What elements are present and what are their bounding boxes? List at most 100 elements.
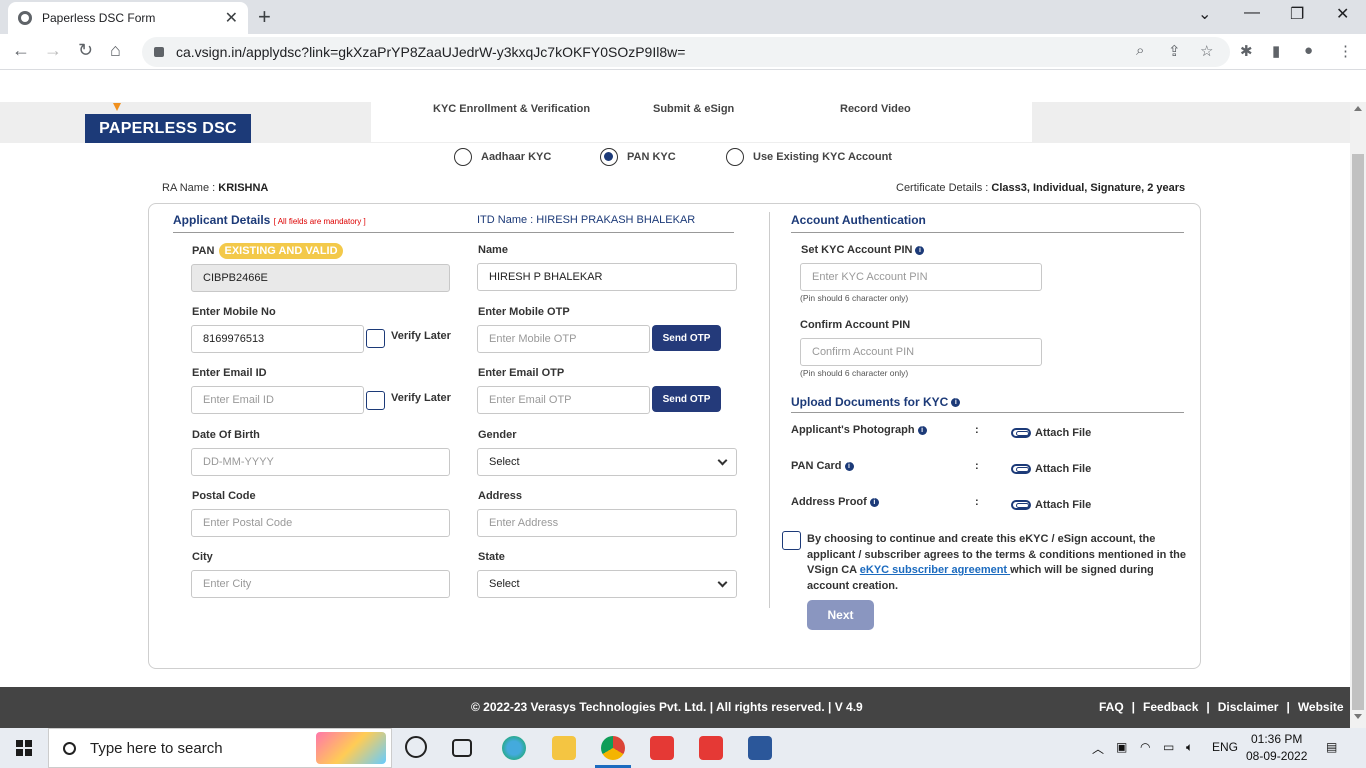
steps-bar: KYC Enrollment & Verification Submit & e… bbox=[371, 102, 1032, 142]
file-explorer-icon[interactable] bbox=[552, 736, 576, 760]
page-scrollbar[interactable] bbox=[1350, 102, 1366, 728]
info-icon: i bbox=[951, 398, 961, 408]
mobile-input[interactable]: 8169976513 bbox=[191, 325, 364, 353]
verify-later-email-checkbox[interactable] bbox=[366, 391, 385, 410]
tray-app-icon[interactable]: ▣ bbox=[1116, 740, 1127, 754]
set-pin-label: Set KYC Account PIN i bbox=[801, 244, 925, 256]
email-otp-input[interactable]: Enter Email OTP bbox=[477, 386, 650, 414]
extensions-icon[interactable]: ✱ bbox=[1240, 42, 1253, 60]
gender-select[interactable]: Select bbox=[477, 448, 737, 476]
dob-input[interactable]: DD-MM-YYYY bbox=[191, 448, 450, 476]
radio-label: Aadhaar KYC bbox=[481, 151, 552, 163]
attach-pan-button[interactable]: Attach File bbox=[1011, 463, 1091, 475]
doc-pan-label: PAN Card i bbox=[791, 460, 854, 472]
clock[interactable]: 01:36 PM 08-09-2022 bbox=[1246, 731, 1307, 765]
website-link[interactable]: Website bbox=[1298, 700, 1344, 714]
pan-status-badge: EXISTING AND VALID bbox=[219, 243, 343, 259]
new-tab-icon[interactable]: + bbox=[258, 4, 271, 30]
verify-later-mobile-checkbox[interactable] bbox=[366, 329, 385, 348]
restore-icon[interactable]: ❐ bbox=[1290, 4, 1304, 24]
bookmark-star-icon[interactable]: ☆ bbox=[1200, 42, 1213, 60]
doc-photo-label: Applicant's Photograph i bbox=[791, 424, 927, 436]
anydesk-icon[interactable] bbox=[699, 736, 723, 760]
terms-text: By choosing to continue and create this … bbox=[807, 533, 1186, 592]
radio-existing-kyc[interactable]: Use Existing KYC Account bbox=[726, 148, 892, 166]
cortana-icon[interactable] bbox=[405, 736, 427, 758]
notification-icon[interactable]: ▤ bbox=[1326, 740, 1337, 754]
attach-photo-button[interactable]: Attach File bbox=[1011, 427, 1091, 439]
set-pin-input[interactable]: Enter KYC Account PIN bbox=[800, 263, 1042, 291]
mobile-otp-input[interactable]: Enter Mobile OTP bbox=[477, 325, 650, 353]
name-input[interactable]: HIRESH P BHALEKAR bbox=[477, 263, 737, 291]
volume-icon[interactable]: 🔈︎ bbox=[1186, 740, 1193, 755]
radio-circle[interactable] bbox=[454, 148, 472, 166]
chevron-up-icon[interactable]: ︿ bbox=[1092, 740, 1104, 757]
radio-pan-kyc[interactable]: PAN KYC bbox=[600, 148, 676, 166]
anydesk-icon[interactable] bbox=[650, 736, 674, 760]
copyright: © 2022-23 Verasys Technologies Pvt. Ltd.… bbox=[471, 700, 863, 714]
menu-icon[interactable]: ⋮ bbox=[1338, 42, 1353, 60]
radio-circle-selected[interactable] bbox=[600, 148, 618, 166]
scrollbar-thumb[interactable] bbox=[1352, 154, 1364, 710]
language-indicator[interactable]: ENG bbox=[1212, 740, 1238, 754]
chrome-icon[interactable] bbox=[601, 736, 625, 760]
zoom-icon[interactable]: ⌕ bbox=[1136, 42, 1144, 59]
browser-toolbar: ← → ↻ ⌂ ca.vsign.in/applydsc?link=gkXzaP… bbox=[0, 34, 1366, 70]
agreement-link[interactable]: eKYC subscriber agreement bbox=[860, 564, 1010, 576]
account-auth-title: Account Authentication bbox=[791, 213, 926, 227]
email-input[interactable]: Enter Email ID bbox=[191, 386, 364, 414]
attach-address-button[interactable]: Attach File bbox=[1011, 499, 1091, 511]
lock-icon[interactable] bbox=[154, 47, 164, 57]
back-icon[interactable]: ← bbox=[12, 40, 30, 61]
column-divider bbox=[769, 212, 770, 608]
pan-label: PAN EXISTING AND VALID bbox=[192, 243, 343, 259]
send-mobile-otp-button[interactable]: Send OTP bbox=[652, 325, 721, 351]
scroll-down-icon[interactable] bbox=[1354, 714, 1362, 719]
name-label: Name bbox=[478, 244, 508, 256]
share-icon[interactable]: ⇪ bbox=[1168, 42, 1181, 60]
close-tab-icon[interactable]: ✕ bbox=[225, 8, 238, 28]
radio-aadhaar-kyc[interactable]: Aadhaar KYC bbox=[454, 148, 551, 166]
scroll-up-icon[interactable] bbox=[1354, 106, 1362, 111]
address-bar[interactable]: ca.vsign.in/applydsc?link=gkXzaPrYP8ZaaU… bbox=[142, 37, 1230, 67]
faq-link[interactable]: FAQ bbox=[1099, 700, 1124, 714]
city-input[interactable]: Enter City bbox=[191, 570, 450, 598]
forward-icon[interactable]: → bbox=[44, 40, 62, 61]
pin-hint: (Pin should 6 character only) bbox=[800, 368, 909, 378]
next-button[interactable]: Next bbox=[807, 600, 874, 630]
browser-tab[interactable]: Paperless DSC Form ✕ bbox=[8, 2, 248, 34]
colon: : bbox=[975, 424, 979, 436]
certificate-details: Certificate Details : Class3, Individual… bbox=[896, 182, 1186, 194]
edge-icon[interactable] bbox=[502, 736, 526, 760]
terms-checkbox[interactable] bbox=[782, 531, 801, 550]
home-icon[interactable]: ⌂ bbox=[110, 40, 121, 61]
step-esign: Submit & eSign bbox=[653, 103, 735, 115]
address-input[interactable]: Enter Address bbox=[477, 509, 737, 537]
minimize-icon[interactable]: — bbox=[1244, 4, 1260, 22]
task-view-icon[interactable] bbox=[452, 739, 472, 757]
confirm-pin-input[interactable]: Confirm Account PIN bbox=[800, 338, 1042, 366]
mobile-otp-label: Enter Mobile OTP bbox=[478, 306, 570, 318]
windows-start-icon[interactable] bbox=[16, 740, 32, 756]
verify-later-label: Verify Later bbox=[391, 392, 451, 404]
side-panel-icon[interactable]: ▮ bbox=[1272, 42, 1280, 60]
wifi-icon[interactable]: ◠ bbox=[1140, 740, 1150, 754]
postal-input[interactable]: Enter Postal Code bbox=[191, 509, 450, 537]
tab-search-icon[interactable]: ⌄ bbox=[1198, 4, 1211, 24]
send-email-otp-button[interactable]: Send OTP bbox=[652, 386, 721, 412]
feedback-link[interactable]: Feedback bbox=[1143, 700, 1198, 714]
pan-input[interactable]: CIBPB2466E bbox=[191, 264, 450, 292]
search-highlight-image bbox=[316, 732, 386, 764]
state-select[interactable]: Select bbox=[477, 570, 737, 598]
address-label: Address bbox=[478, 490, 523, 502]
close-window-icon[interactable]: ✕ bbox=[1336, 4, 1349, 24]
word-icon[interactable] bbox=[748, 736, 772, 760]
applicant-details-title: Applicant Details [ All fields are manda… bbox=[173, 213, 366, 227]
disclaimer-link[interactable]: Disclaimer bbox=[1218, 700, 1279, 714]
battery-icon[interactable]: ▭ bbox=[1163, 740, 1174, 754]
colon: : bbox=[975, 460, 979, 472]
radio-circle[interactable] bbox=[726, 148, 744, 166]
reload-icon[interactable]: ↻ bbox=[78, 40, 93, 61]
profile-icon[interactable]: ● bbox=[1304, 42, 1313, 59]
gender-label: Gender bbox=[478, 429, 517, 441]
